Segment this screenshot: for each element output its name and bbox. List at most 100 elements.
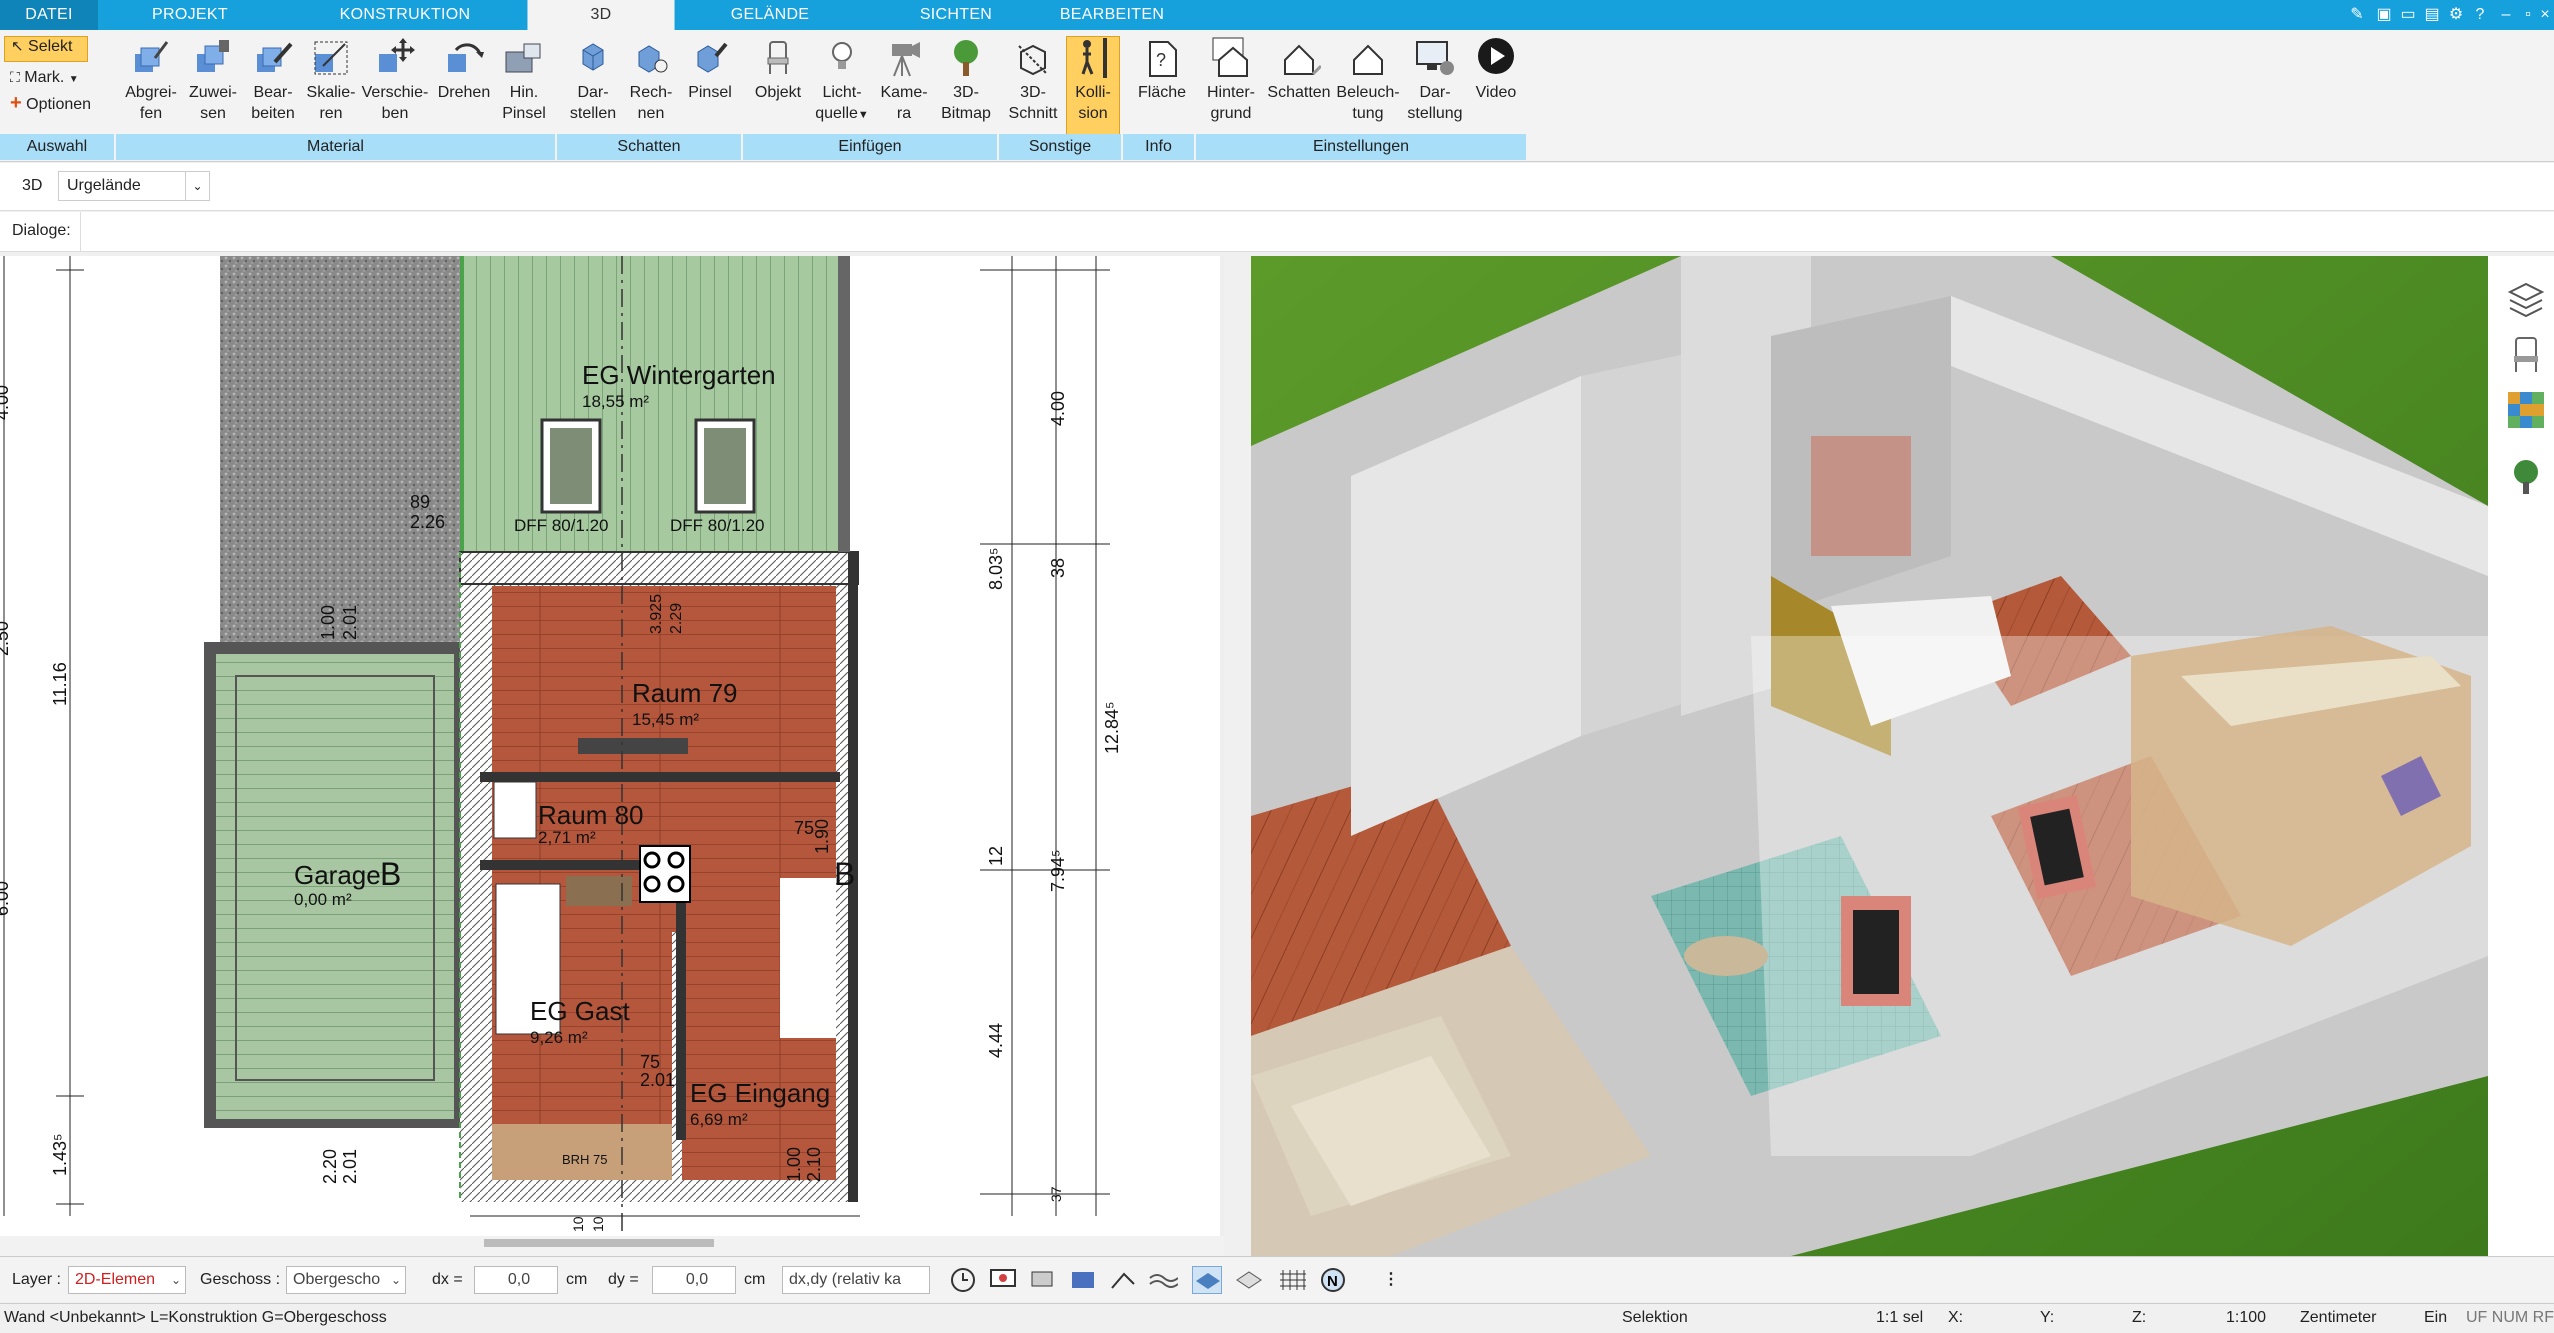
video-button[interactable]: Video — [1468, 36, 1524, 136]
tab-projekt[interactable]: PROJEKT — [130, 0, 250, 30]
minimize-icon[interactable]: – — [2494, 3, 2518, 27]
3d-view[interactable] — [1251, 256, 2488, 1256]
tab-sichten[interactable]: SICHTEN — [900, 0, 1012, 30]
dx-value: 0,0 — [507, 1271, 531, 1288]
surface-icon[interactable] — [1234, 1266, 1264, 1294]
status-z: Z: — [2132, 1309, 2147, 1326]
dim-38: 38 — [1048, 557, 1068, 578]
materials-icon[interactable] — [2506, 390, 2546, 430]
shadow-show-button[interactable]: Dar- stellen — [562, 36, 624, 136]
screen-icon[interactable] — [988, 1266, 1018, 1294]
tab-datei[interactable]: DATEI — [0, 0, 98, 30]
tab-gelaende[interactable]: GELÄNDE — [715, 0, 825, 30]
mark-button[interactable]: ⛶ Mark. ▼ — [10, 64, 79, 90]
insert-object-button[interactable]: Objekt — [748, 36, 808, 136]
play-icon — [1478, 38, 1514, 74]
chair-icon — [767, 41, 789, 74]
furniture-icon[interactable] — [2506, 334, 2546, 374]
light-dropdown: quelle▼ — [810, 103, 874, 126]
window-label-1: DFF 80/1.20 — [514, 516, 609, 535]
window-icon[interactable]: ▭ — [2396, 3, 2420, 27]
label-line2: Schnitt — [1008, 105, 1058, 122]
layout-icon[interactable]: ▤ — [2420, 3, 2444, 27]
options-button[interactable]: + Optionen — [10, 90, 91, 116]
snap-icon[interactable]: N — [1318, 1266, 1348, 1294]
shadow-settings-button[interactable]: Schatten — [1264, 36, 1334, 136]
status-selection: 1:1 sel — [1876, 1309, 1924, 1326]
room-80-area: 2,71 m² — [538, 828, 596, 847]
tab-konstruktion[interactable]: KONSTRUKTION — [320, 0, 490, 30]
terrain-select[interactable]: Urgelände ⌄ — [58, 171, 210, 201]
pattern-icon[interactable] — [1148, 1266, 1179, 1294]
label-line1: Hinter- — [1206, 84, 1255, 101]
floor-plan-view[interactable]: EG Wintergarten 18,55 m² Raum 79 15,45 m… — [0, 256, 1224, 1256]
clock-icon[interactable] — [948, 1266, 978, 1294]
dim-201c: 2.01 — [340, 1148, 360, 1184]
tools-icon[interactable]: ✎ — [2345, 3, 2369, 27]
dy-input[interactable]: 0,0 — [652, 1266, 736, 1294]
label-line2: stellen — [569, 105, 617, 122]
close-icon[interactable]: × — [2536, 3, 2554, 27]
shadow-brush-button[interactable]: Pinsel — [680, 36, 740, 136]
dim-10b: 10 — [590, 1216, 606, 1232]
coord-mode-value: dx,dy (relativ ka — [789, 1271, 902, 1288]
layers-toggle-icon[interactable] — [1028, 1266, 1058, 1294]
objects-icon[interactable] — [1068, 1266, 1098, 1294]
shadow-calc-button[interactable]: Rech- nen — [624, 36, 678, 136]
material-brush-button[interactable]: Hin. Pinsel — [496, 36, 552, 136]
view-toolbar: 3D Urgelände ⌄ — [0, 163, 2554, 211]
plants-icon[interactable] — [2506, 456, 2546, 496]
status-unit: Zentimeter — [2300, 1309, 2377, 1326]
lighting-button[interactable]: Beleuch- tung — [1334, 36, 1402, 136]
display-settings-button[interactable]: Dar- stellung — [1402, 36, 1468, 136]
floor-select[interactable]: Obergescho ⌄ — [286, 1266, 406, 1294]
material-pick-button[interactable]: Abgrei- fen — [120, 36, 182, 136]
insert-camera-button[interactable]: Kame- ra — [874, 36, 934, 136]
dy-unit: cm — [744, 1271, 766, 1288]
help-icon[interactable]: ? — [2468, 3, 2492, 27]
plane-icon[interactable] — [1192, 1266, 1222, 1294]
mark-icon: ⛶ — [10, 69, 20, 85]
more-icon[interactable]: ⋮ — [1376, 1266, 1406, 1294]
dim-7945: 7.94⁵ — [1048, 849, 1068, 893]
3d-scene — [1251, 256, 2488, 1256]
layer-select[interactable]: 2D-Elemen ⌄ — [68, 1266, 186, 1294]
tab-3d[interactable]: 3D — [527, 0, 675, 31]
cursor-icon: ↖ — [11, 38, 24, 55]
ribbon: ↖ Selekt ⛶ Mark. ▼ + Optionen Auswahl Ab… — [0, 30, 2554, 162]
camera-icon — [892, 42, 920, 77]
area-info-button[interactable]: ? Fläche — [1128, 36, 1196, 136]
background-button[interactable]: Hinter- grund — [1198, 36, 1264, 136]
chevron-down-icon: ⌄ — [170, 1273, 181, 1287]
status-mode: Selektion — [1622, 1309, 1688, 1326]
material-assign-button[interactable]: Zuwei- sen — [182, 36, 244, 136]
label-line1: Licht- — [822, 84, 862, 101]
section-3d-button[interactable]: 3D- Schnitt — [1003, 36, 1063, 136]
group-material: Material — [116, 134, 557, 160]
dialog-bar: Dialoge: — [0, 212, 2554, 252]
dim-brh: BRH 75 — [562, 1152, 608, 1167]
group-info: Info — [1123, 134, 1196, 160]
status-hint: Wand <Unbekannt> L=Konstruktion G=Oberge… — [4, 1309, 387, 1326]
folder-icon[interactable]: ▣ — [2372, 3, 2396, 27]
draw-icon[interactable] — [1108, 1266, 1138, 1294]
material-move-button[interactable]: Verschie- ben — [358, 36, 432, 136]
room-wintergarten-area: 18,55 m² — [582, 392, 650, 411]
dim-220: 2.20 — [320, 1148, 340, 1184]
settings-icon[interactable]: ⚙ — [2444, 3, 2468, 27]
material-rotate-button[interactable]: Drehen — [432, 36, 496, 136]
coord-mode-select[interactable]: dx,dy (relativ ka — [782, 1266, 930, 1294]
label-line1: Schatten — [1267, 84, 1331, 101]
dim-226: 2.26 — [410, 512, 446, 532]
material-edit-button[interactable]: Bear- beiten — [244, 36, 302, 136]
layers-icon[interactable] — [2506, 278, 2546, 318]
select-tool-button[interactable]: ↖ Selekt — [4, 36, 88, 62]
collision-button[interactable]: Kolli- sion — [1066, 36, 1120, 136]
group-schatten: Schatten — [557, 134, 743, 160]
dx-input[interactable]: 0,0 — [474, 1266, 558, 1294]
insert-light-button[interactable]: Licht- quelle▼ — [810, 36, 874, 136]
material-scale-button[interactable]: Skalie- ren — [302, 36, 360, 136]
tab-bearbeiten[interactable]: BEARBEITEN — [1050, 0, 1174, 30]
insert-bitmap-button[interactable]: 3D- Bitmap — [936, 36, 996, 136]
grid-icon[interactable] — [1278, 1266, 1308, 1294]
